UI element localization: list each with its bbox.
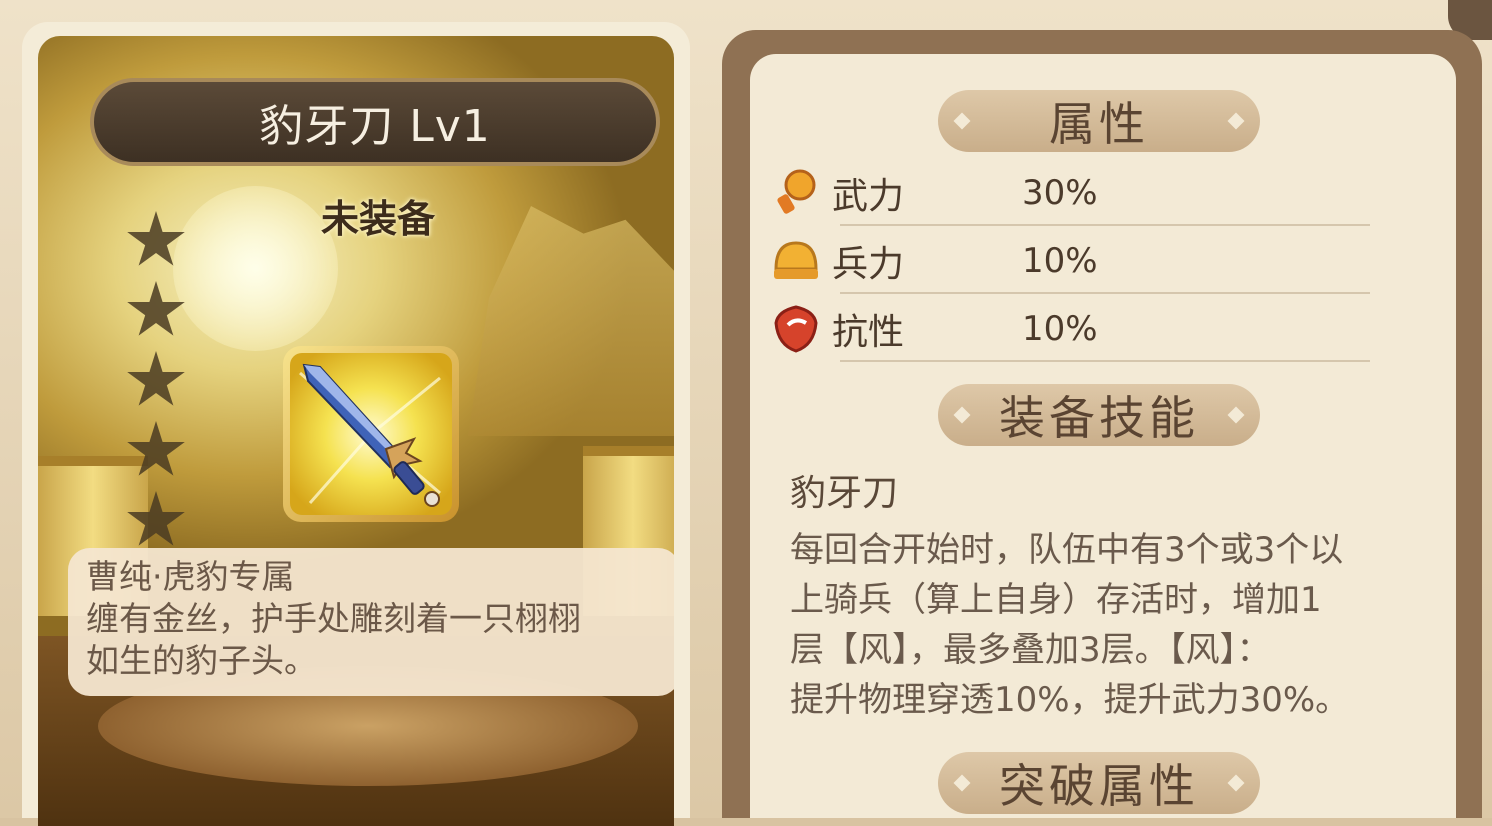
attribute-name: 兵力 <box>832 244 905 285</box>
helmet-icon <box>774 241 818 279</box>
skill-description-line: 层【风】，最多叠加3层。【风】： <box>790 630 1271 670</box>
row-divider <box>840 224 1370 226</box>
attribute-row-resistance: 抗性 10% <box>770 296 1370 362</box>
star-icon <box>127 211 185 266</box>
star-rating <box>126 211 196 561</box>
skill-header: 装备技能 <box>938 384 1260 446</box>
attribute-value: 30% <box>1022 173 1098 213</box>
skill-description-line: 提升物理穿透10%，提升武力30%。 <box>790 680 1350 720</box>
diamond-icon <box>1227 406 1245 424</box>
item-scene: 豹牙刀 Lv1 未装备 曹纯·虎豹专属 缠有金丝，护手处雕刻着一只栩栩 如生的豹… <box>38 36 674 826</box>
description-line: 缠有金丝，护手处雕刻着一只栩栩 <box>86 599 581 638</box>
attribute-value: 10% <box>1022 309 1098 349</box>
star-icon <box>127 491 185 546</box>
row-divider <box>840 360 1370 362</box>
diamond-icon <box>1227 774 1245 792</box>
skill-name: 豹牙刀 <box>790 473 899 514</box>
star-icon <box>127 421 185 476</box>
sword-icon <box>290 353 452 515</box>
star-icon <box>127 281 185 336</box>
detail-content[interactable]: 属性 武力 30% 兵力 10% 抗性 10% 装备技能 豹牙刀 每回合开始时，… <box>750 54 1456 818</box>
attribute-row-troops: 兵力 10% <box>770 228 1370 294</box>
attribute-row-force: 武力 30% <box>770 160 1370 226</box>
fist-icon <box>777 169 816 214</box>
diamond-icon <box>953 406 971 424</box>
item-showcase-panel: 豹牙刀 Lv1 未装备 曹纯·虎豹专属 缠有金丝，护手处雕刻着一只栩栩 如生的豹… <box>22 22 690 826</box>
diamond-icon <box>953 774 971 792</box>
breakthrough-header: 突破属性 <box>938 752 1260 814</box>
item-detail-panel: 属性 武力 30% 兵力 10% 抗性 10% 装备技能 豹牙刀 每回合开始时，… <box>722 30 1482 818</box>
description-line: 如生的豹子头。 <box>86 641 317 680</box>
section-title: 装备技能 <box>999 391 1199 445</box>
section-title: 属性 <box>1049 97 1149 151</box>
attribute-value: 10% <box>1022 241 1098 281</box>
diamond-icon <box>953 112 971 130</box>
item-icon-frame[interactable] <box>283 346 459 522</box>
item-description: 曹纯·虎豹专属 缠有金丝，护手处雕刻着一只栩栩 如生的豹子头。 <box>68 548 674 696</box>
row-divider <box>840 292 1370 294</box>
star-icon <box>127 351 185 406</box>
item-title: 豹牙刀 Lv1 <box>259 101 491 152</box>
item-title-bar: 豹牙刀 Lv1 <box>90 78 660 166</box>
attribute-name: 武力 <box>832 176 905 217</box>
section-title: 突破属性 <box>999 759 1199 813</box>
skill-description-line: 上骑兵（算上自身）存活时，增加1 <box>790 580 1322 620</box>
attribute-name: 抗性 <box>832 312 905 353</box>
attributes-header: 属性 <box>938 90 1260 152</box>
diamond-icon <box>1227 112 1245 130</box>
skill-description-line: 每回合开始时，队伍中有3个或3个以 <box>790 530 1344 570</box>
shield-icon <box>774 305 818 353</box>
equip-status: 未装备 <box>320 197 435 241</box>
mountain-backdrop <box>468 206 674 436</box>
description-line: 曹纯·虎豹专属 <box>86 557 295 596</box>
